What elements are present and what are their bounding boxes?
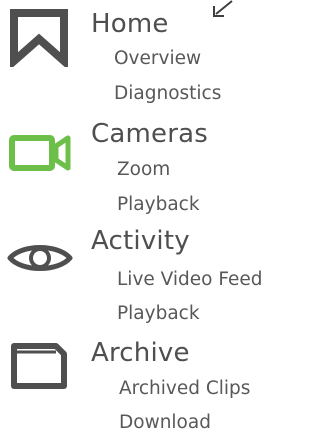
bookmark-icon (8, 9, 70, 67)
nav-section-activity[interactable]: Activity Live Video Feed Playback (0, 224, 311, 332)
nav-section-archive[interactable]: Archive Archived Clips Download (0, 336, 311, 437)
nav-item-download[interactable]: Download (119, 412, 211, 434)
nav-cameras-title[interactable]: Cameras (91, 119, 208, 149)
nav-section-cameras[interactable]: Cameras Zoom Playback (0, 112, 311, 220)
nav-item-diagnostics[interactable]: Diagnostics (114, 83, 221, 105)
nav-item-zoom[interactable]: Zoom (117, 159, 170, 181)
nav-item-activity-playback[interactable]: Playback (117, 303, 200, 325)
nav-archive-title[interactable]: Archive (91, 338, 190, 368)
nav-item-playback[interactable]: Playback (117, 194, 200, 216)
nav-activity-title[interactable]: Activity (91, 226, 190, 256)
nav-item-archived-clips[interactable]: Archived Clips (119, 378, 250, 400)
nav-item-live-video-feed[interactable]: Live Video Feed (117, 269, 263, 291)
nav-section-home[interactable]: Home Overview Diagnostics (0, 0, 311, 108)
video-camera-icon (8, 132, 74, 174)
nav-home-title[interactable]: Home (91, 9, 169, 39)
eye-icon (6, 238, 74, 278)
folder-icon (8, 340, 70, 392)
nav-item-overview[interactable]: Overview (114, 48, 201, 70)
